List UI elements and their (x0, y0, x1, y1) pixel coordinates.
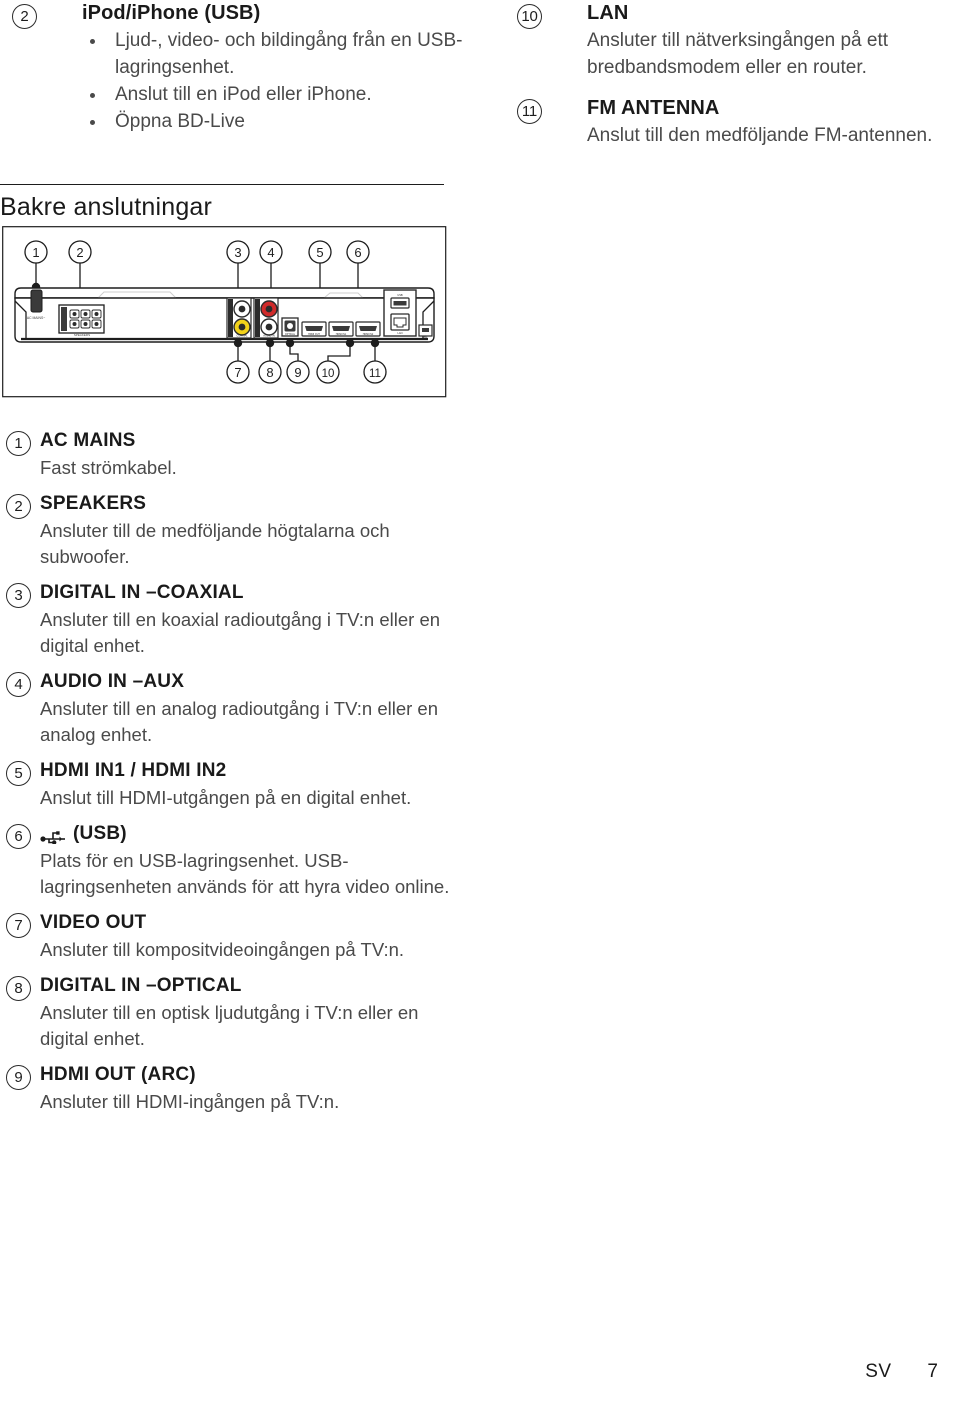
top-right-column: 10 LAN Ansluter till nätverksingången på… (505, 0, 960, 163)
connection-description: Plats för en USB-lagringsenhet. USB-lagr… (40, 850, 450, 897)
svg-text:HDMI OUT: HDMI OUT (308, 333, 320, 336)
connection-description: Ansluter till de medföljande högtalarna … (40, 520, 390, 567)
callout-number-4: 4 (6, 672, 31, 697)
svg-text:11: 11 (369, 368, 381, 380)
connection-description: Ansluter till en analog radioutgång i TV… (40, 698, 439, 745)
connection-description: Ansluter till en optisk ljudutgång i TV:… (40, 1002, 419, 1049)
svg-text:8: 8 (266, 365, 273, 380)
callout-number-1: 1 (6, 431, 31, 456)
connection-title: HDMI OUT (ARC) (40, 1064, 196, 1085)
svg-text:FM: FM (424, 337, 427, 340)
list-item: Ljud-, video- och bildingång från en USB… (82, 27, 470, 81)
page-footer: SV 7 (865, 1361, 938, 1383)
svg-text:HDMI IN1: HDMI IN1 (336, 333, 347, 336)
connection-description: Ansluter till kompositvideoingången på T… (40, 939, 405, 960)
svg-text:4: 4 (267, 245, 274, 260)
connection-title: AC MAINS (40, 430, 136, 451)
connection-description: Fast strömkabel. (40, 457, 177, 478)
list-item: Anslut till en iPod eller iPhone. (82, 81, 470, 108)
connection-title: DIGITAL IN –OPTICAL (40, 975, 242, 996)
connection-entry-audio-in-aux: 4 AUDIO IN –AUX Ansluter till en analog … (0, 669, 460, 748)
connection-title: (USB) (73, 823, 127, 844)
svg-text:7: 7 (234, 365, 241, 380)
connection-description: Ansluter till HDMI-ingången på TV:n. (40, 1091, 340, 1112)
callout-number-9: 9 (6, 1065, 31, 1090)
usb-icon (40, 826, 66, 845)
connection-description: Ansluter till en koaxial radioutgång i T… (40, 609, 441, 656)
svg-text:3: 3 (234, 245, 241, 260)
section-divider (0, 184, 444, 185)
connection-title: AUDIO IN –AUX (40, 671, 185, 692)
page-title: Bakre anslutningar (0, 193, 213, 221)
language-code: SV (865, 1361, 892, 1382)
svg-text:USB: USB (397, 293, 403, 297)
connection-entry-digital-in-optical: 8 DIGITAL IN –OPTICAL Ansluter till en o… (0, 973, 460, 1052)
callout-number-2: 2 (12, 4, 37, 29)
feature-title: FM ANTENNA (587, 97, 720, 119)
svg-text:OPTICAL: OPTICAL (285, 333, 296, 336)
connection-entry-ac-mains: 1 AC MAINS Fast strömkabel. (0, 428, 460, 481)
callout-number-10: 10 (517, 4, 542, 29)
callout-number-3: 3 (6, 583, 31, 608)
connection-description: Anslut till HDMI-utgången på en digital … (40, 787, 412, 808)
svg-text:SPEAKERS: SPEAKERS (74, 333, 90, 337)
svg-text:10: 10 (322, 368, 335, 380)
svg-text:1: 1 (32, 245, 39, 260)
page-number: 7 (927, 1361, 938, 1382)
svg-text:AC MAINS~: AC MAINS~ (27, 316, 45, 320)
callout-number-6: 6 (6, 824, 31, 849)
svg-text:AUDIO IN: AUDIO IN (263, 334, 275, 338)
connections-list: 1 AC MAINS Fast strömkabel. 2 SPEAKERS A… (0, 428, 460, 1125)
connection-title: DIGITAL IN –COAXIAL (40, 582, 244, 603)
connection-title: SPEAKERS (40, 493, 147, 514)
svg-text:LAN: LAN (397, 331, 402, 335)
svg-text:9: 9 (294, 365, 301, 380)
connection-entry-hdmi-in: 5 HDMI IN1 / HDMI IN2 Anslut till HDMI-u… (0, 758, 460, 811)
feature-description: Ansluter till nätverksingången på ett br… (587, 30, 889, 78)
callout-number-5: 5 (6, 761, 31, 786)
connection-entry-speakers: 2 SPEAKERS Ansluter till de medföljande … (0, 491, 460, 570)
svg-text:2: 2 (76, 245, 83, 260)
callout-number-2: 2 (6, 494, 31, 519)
feature-title: iPod/iPhone (USB) (82, 2, 261, 24)
svg-text:6: 6 (354, 245, 361, 260)
list-item: Öppna BD-Live (82, 108, 470, 135)
feature-entry-lan: 10 LAN Ansluter till nätverksingången på… (505, 0, 960, 81)
feature-entry-ipod-iphone: 2 iPod/iPhone (USB) Ljud-, video- och bi… (0, 0, 470, 135)
connection-entry-digital-in-coaxial: 3 DIGITAL IN –COAXIAL Ansluter till en k… (0, 580, 460, 659)
svg-text:HDMI IN2: HDMI IN2 (363, 333, 374, 336)
feature-bullet-list: Ljud-, video- och bildingång från en USB… (82, 27, 470, 135)
callout-number-8: 8 (6, 976, 31, 1001)
callout-number-11: 11 (517, 99, 542, 124)
svg-text:COAXIAL: COAXIAL (236, 334, 248, 338)
callout-number-7: 7 (6, 913, 31, 938)
feature-entry-fm-antenna: 11 FM ANTENNA Anslut till den medföljand… (505, 95, 960, 149)
feature-description: Anslut till den medföljande FM-antennen. (587, 125, 933, 146)
connection-entry-video-out: 7 VIDEO OUT Ansluter till kompositvideoi… (0, 910, 460, 963)
connection-title: VIDEO OUT (40, 912, 147, 933)
connection-entry-usb: 6 (USB) Plats för en USB-lagringsenhet. … (0, 821, 460, 900)
connection-title-row: (USB) (40, 821, 460, 847)
connection-entry-hdmi-out-arc: 9 HDMI OUT (ARC) Ansluter till HDMI-ingå… (0, 1062, 460, 1115)
connection-title: HDMI IN1 / HDMI IN2 (40, 760, 227, 781)
rear-connections-diagram: 1 2 3 4 5 6 AC MAINS~ SPEAKERS COAXIAL A… (2, 226, 447, 398)
svg-text:5: 5 (316, 245, 323, 260)
feature-title: LAN (587, 2, 629, 24)
top-left-column: 2 iPod/iPhone (USB) Ljud-, video- och bi… (0, 0, 470, 149)
